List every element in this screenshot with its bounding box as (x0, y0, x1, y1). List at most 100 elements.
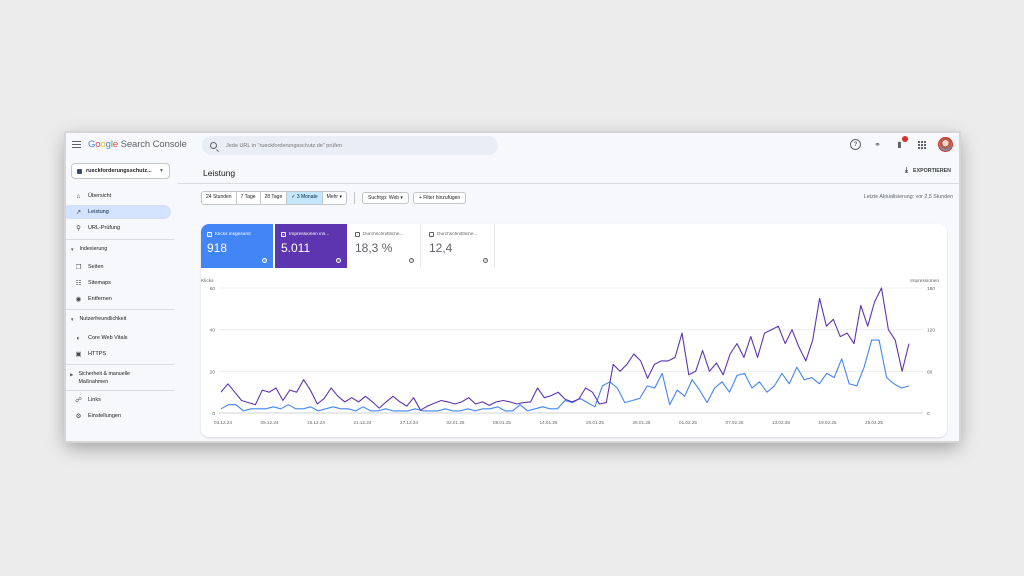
x-tick-label: 27.12.24 (400, 420, 418, 425)
help-icon[interactable]: ? (336, 258, 341, 263)
gear-icon: ⚙ (75, 413, 82, 420)
x-tick-label: 03.12.24 (214, 420, 232, 425)
metric-value: 12,4 (429, 241, 453, 255)
metric-position[interactable]: Durchschnittliche... 12,4 ? (423, 224, 495, 268)
metric-value: 18,3 % (355, 241, 393, 255)
sidebar-item-url-inspection[interactable]: ⚲ URL-Prüfung (66, 221, 171, 235)
series-line-clicks (220, 339, 910, 412)
search-icon: ⚲ (76, 225, 81, 232)
chevron-down-icon: ▼ (70, 247, 75, 252)
checkbox-unchecked-icon[interactable] (429, 232, 434, 237)
app-logo[interactable]: Google Search Console (88, 139, 187, 150)
sidebar-item-removals[interactable]: ◉ Entfernen (66, 292, 171, 306)
url-inspection-search[interactable] (202, 136, 498, 155)
sidebar-item-https[interactable]: ▣ HTTPS (66, 347, 171, 361)
help-icon[interactable]: ? (483, 258, 488, 263)
x-tick-label: 14.01.25 (540, 420, 558, 425)
property-selector[interactable]: rueckforderungsschutz... ▼ (71, 163, 170, 179)
main-content: Leistung ⤓ EXPORTIEREN 24 Stunden 7 Tage… (178, 158, 959, 441)
checkbox-unchecked-icon[interactable] (355, 232, 360, 237)
avatar[interactable] (938, 137, 953, 152)
notifications-icon[interactable]: ▮ (894, 136, 908, 150)
x-tick-label: 08.01.25 (493, 420, 511, 425)
sidebar-item-core-web-vitals[interactable]: ◐ Core Web Vitals (66, 331, 171, 345)
left-axis-label: Klicks (201, 278, 214, 284)
divider (353, 192, 355, 204)
x-tick-label: 15.12.24 (307, 420, 325, 425)
x-tick-label: 19.02.25 (819, 420, 837, 425)
divider (66, 390, 174, 391)
apps-grid-icon[interactable] (916, 139, 927, 150)
series-line-impressions (220, 287, 910, 411)
search-icon (210, 142, 217, 149)
divider (66, 364, 174, 365)
browser-window: Google Search Console ? ⚭ ▮ rueckforderu… (66, 133, 959, 441)
range-7d[interactable]: 7 Tage (237, 192, 261, 204)
date-range-selector: 24 Stunden 7 Tage 28 Tage ✓ 3 Monate Meh… (201, 191, 347, 205)
x-tick-label: 20.01.25 (586, 420, 604, 425)
property-icon (77, 168, 82, 174)
chevron-down-icon: ▼ (70, 317, 75, 322)
divider (66, 309, 174, 310)
performance-card: ✓ Klicks insgesamt 918 ? ✓ Impressionen in… (201, 224, 947, 437)
export-button[interactable]: ⤓ EXPORTIEREN (905, 167, 951, 175)
sidebar: rueckforderungsschutz... ▼ ⌂ Übersicht ↗… (66, 158, 178, 441)
caret-down-icon: ▾ (400, 195, 403, 201)
range-28d[interactable]: 28 Tage (261, 192, 288, 204)
lock-icon: ▣ (75, 351, 82, 358)
add-filter-button[interactable]: + Filter hinzufügen (412, 192, 467, 204)
x-tick-label: 26.01.25 (633, 420, 651, 425)
y-tick-label-right: 180 (927, 286, 935, 292)
section-security[interactable]: ▶ Sicherheit & manuelle Maßnahmen (66, 370, 146, 386)
sidebar-item-pages[interactable]: ❐ Seiten (66, 260, 171, 274)
top-actions: ? ⚭ ▮ (850, 136, 953, 152)
sitemap-icon: ☷ (75, 280, 82, 287)
metric-clicks[interactable]: ✓ Klicks insgesamt 918 ? (201, 224, 273, 268)
help-icon[interactable]: ? (409, 258, 414, 263)
users-settings-icon[interactable]: ⚭ (872, 139, 883, 150)
page-header: Leistung ⤓ EXPORTIEREN (178, 158, 959, 184)
y-tick-label-left: 20 (210, 369, 216, 375)
chevron-right-icon: ▶ (70, 372, 74, 377)
sidebar-item-sitemaps[interactable]: ☷ Sitemaps (66, 276, 171, 290)
home-icon: ⌂ (76, 192, 81, 200)
speed-icon: ◐ (76, 334, 81, 342)
search-input[interactable] (226, 142, 486, 149)
x-tick-label: 21.12.24 (354, 420, 372, 425)
sidebar-item-performance[interactable]: ↗ Leistung (66, 205, 171, 219)
y-tick-label-left: 0 (212, 411, 215, 417)
y-tick-label-right: 0 (927, 411, 930, 417)
sidebar-item-settings[interactable]: ⚙ Einstellungen (66, 409, 171, 423)
y-tick-label-right: 60 (927, 369, 933, 375)
sidebar-item-links[interactable]: ☍ Links (66, 393, 171, 407)
performance-chart[interactable]: 0 20 40 60 0 60 120 180 Klicks Impressionen 03.12.… (201, 274, 947, 434)
help-icon[interactable]: ? (262, 258, 267, 263)
filter-bar: 24 Stunden 7 Tage 28 Tage ✓ 3 Monate Meh… (201, 191, 467, 205)
sidebar-item-overview[interactable]: ⌂ Übersicht (66, 189, 171, 203)
top-bar: Google Search Console ? ⚭ ▮ (66, 133, 959, 158)
trending-up-icon: ↗ (75, 209, 82, 216)
page-title: Leistung (203, 168, 236, 178)
caret-down-icon: ▼ (159, 168, 164, 174)
section-indexing[interactable]: ▼ Indexierung (66, 246, 176, 252)
metric-ctr[interactable]: Durchschnittliche... 18,3 % ? (349, 224, 421, 268)
section-experience[interactable]: ▼ Nutzerfreundlichkeit (66, 316, 176, 322)
search-type-filter[interactable]: Suchtyp: Web ▾ (361, 192, 409, 204)
menu-icon[interactable] (72, 141, 81, 148)
y-tick-label-left: 40 (210, 328, 216, 334)
pages-icon: ❐ (75, 264, 82, 271)
range-more[interactable]: Mehr ▾ (323, 192, 346, 204)
range-3m[interactable]: ✓ 3 Monate (287, 192, 323, 204)
range-24h[interactable]: 24 Stunden (202, 192, 237, 204)
help-icon[interactable]: ? (850, 139, 861, 150)
right-axis-label: Impressionen (910, 278, 939, 284)
metric-impressions[interactable]: ✓ Impressionen ins... 5.011 ? (275, 224, 347, 268)
metric-value: 918 (207, 241, 228, 255)
checkbox-checked-icon[interactable]: ✓ (281, 232, 286, 237)
y-tick-label-left: 60 (210, 286, 216, 292)
x-tick-label: 09.12.24 (261, 420, 279, 425)
x-tick-label: 25.02.25 (865, 420, 883, 425)
checkbox-checked-icon[interactable]: ✓ (207, 232, 212, 237)
x-tick-label: 02.01.25 (447, 420, 465, 425)
divider (66, 239, 174, 240)
